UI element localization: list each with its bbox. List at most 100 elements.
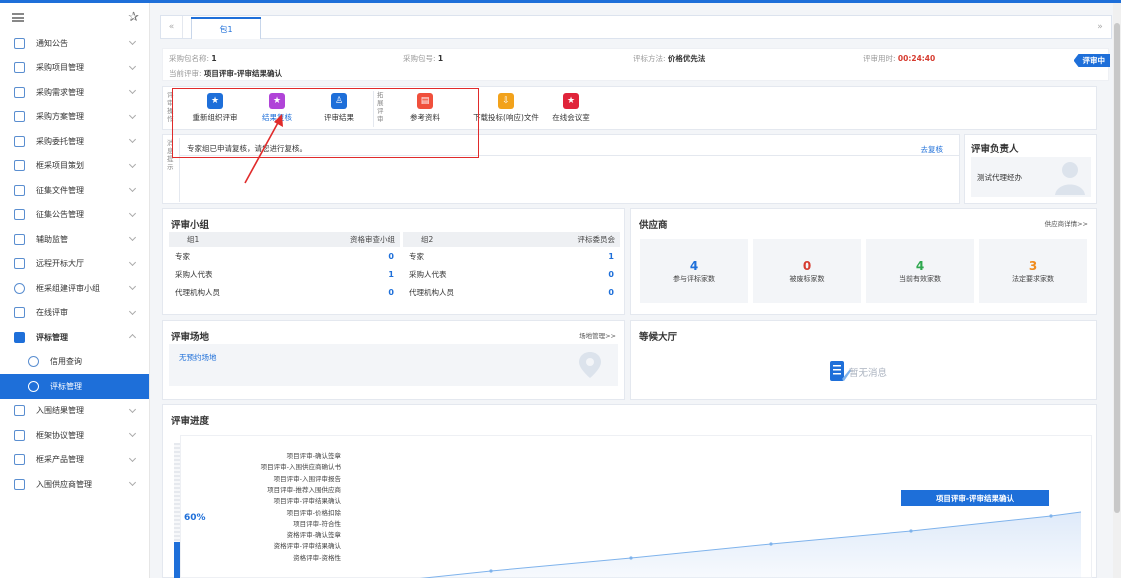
group-header: 组2 评标委员会 (403, 232, 620, 247)
sidebar-item-label: 评标管理 (36, 332, 68, 342)
sidebar-item-label: 入围供应商管理 (36, 479, 92, 489)
agreement-icon (14, 429, 25, 441)
plan-icon (14, 111, 25, 123)
sidebar-item-demand[interactable]: 采购需求管理 (0, 80, 149, 105)
group-2-table: 组2 评标委员会 专家 1 采购人代表 0 代理机构人员 0 (403, 232, 620, 301)
sidebar-item-label: 采购方案管理 (36, 112, 84, 122)
sidebar-item-bid-manage[interactable]: 评标管理 (0, 325, 149, 350)
lobby-empty-text: 暂无消息 (849, 368, 888, 379)
progress-step-label: 项目评审-符合性 (293, 519, 341, 528)
go-recheck-link[interactable]: 去复核 (921, 144, 944, 155)
venue-manage-link[interactable]: 场地管理>> (579, 330, 616, 340)
stat-valid: 4 当前有效家数 (866, 239, 974, 303)
avatar-icon (1055, 162, 1085, 195)
status-badge: 评审中 (1073, 54, 1110, 67)
method-label: 评标方法: (633, 54, 666, 63)
role: 代理机构人员 (175, 287, 220, 297)
table-row: 采购人代表 0 (403, 265, 620, 283)
progress-bar-fill (174, 542, 180, 578)
sidebar-item-plan[interactable]: 采购方案管理 (0, 105, 149, 130)
sidebar-item-notice[interactable]: 通知公告 (0, 31, 149, 56)
owner-name: 测试代理经办 (977, 173, 1022, 182)
table-row: 采购人代表 1 (169, 265, 400, 283)
sidebar-item-label: 框采产品管理 (36, 455, 84, 465)
sidebar-item-products[interactable]: 框采产品管理 (0, 448, 149, 473)
package-no: 采购包号: 1 (403, 53, 443, 64)
chevron-down-icon (128, 478, 137, 487)
notice-icon (14, 37, 25, 49)
table-row: 专家 1 (403, 247, 620, 265)
progress-step-label: 项目评审-评审结果确认 (273, 497, 341, 506)
sidebar-item-result[interactable]: 入围结果管理 (0, 399, 149, 424)
stat-required: 3 法定要求家数 (979, 239, 1087, 303)
role: 采购人代表 (175, 269, 213, 279)
time-value: 00:24:40 (897, 54, 936, 63)
sidebar-item-credit[interactable]: 信用查询 (0, 350, 149, 375)
sidebar-item-label: 采购需求管理 (36, 87, 84, 97)
package-no-label: 采购包号: (403, 54, 436, 63)
sidebar-item-supervise[interactable]: 辅助监管 (0, 227, 149, 252)
download-icon: ⇩ (498, 93, 514, 109)
stat-value: 0 (802, 258, 812, 273)
current-review-value: 项目评审-评审结果确认 (203, 69, 283, 78)
count: 0 (608, 269, 614, 279)
annotation-arrow-icon (244, 114, 283, 184)
progress-point (769, 542, 773, 546)
scrollbar-thumb[interactable] (1114, 23, 1120, 513)
chevron-down-icon (128, 135, 137, 144)
sidebar-item-suppliers[interactable]: 入围供应商管理 (0, 472, 149, 497)
role: 专家 (175, 251, 190, 261)
sidebar-item-remote-hall[interactable]: 远程开标大厅 (0, 252, 149, 277)
sidebar-item-project[interactable]: 采购项目管理 (0, 56, 149, 81)
table-row: 代理机构人员 0 (403, 283, 620, 301)
table-row: 代理机构人员 0 (169, 283, 400, 301)
stat-value: 4 (915, 258, 925, 273)
sidebar-item-docs[interactable]: 征集文件管理 (0, 178, 149, 203)
count: 0 (388, 287, 394, 297)
progress-step-label: 项目评审-价格扣除 (286, 508, 341, 517)
panel-title: 等候大厅 (639, 332, 678, 343)
page-scrollbar[interactable] (1113, 3, 1121, 578)
chevron-down-icon (128, 454, 137, 462)
sidebar-item-bid-manage-sub[interactable]: 评标管理 (0, 374, 149, 399)
supplier-icon (14, 478, 25, 490)
tab-scroll-left-icon[interactable]: « (161, 16, 183, 38)
group-header: 组1 资格审查小组 (169, 232, 400, 247)
sidebar-item-framework-plan[interactable]: 框采项目策划 (0, 154, 149, 179)
chevron-up-icon (128, 333, 137, 342)
online-meeting-button[interactable]: ★ 在线会议室 (541, 93, 601, 129)
supplier-detail-link[interactable]: 供应商详情>> (1045, 218, 1088, 228)
review-icon (14, 307, 25, 319)
chevron-down-icon (128, 429, 137, 438)
chevron-down-icon (128, 86, 137, 95)
tab-package-1[interactable]: 包1 (191, 17, 261, 39)
owner-panel: 评审负责人 测试代理经办 (964, 134, 1097, 204)
folder-icon (14, 160, 25, 172)
count: 0 (388, 251, 394, 261)
stat-value: 4 (689, 258, 699, 273)
download-bid-button[interactable]: ⇩ 下载投标(响应)文件 (468, 93, 544, 129)
group-type: 资格审查小组 (350, 235, 395, 244)
sidebar-item-label: 采购项目管理 (36, 63, 84, 73)
progress-step-label: 项目评审-入围供应商确认书 (260, 463, 341, 472)
tab-scroll-right-icon[interactable]: » (1089, 16, 1111, 38)
venue-empty-box: 无预约场地 (169, 344, 618, 386)
sidebar-item-entrust[interactable]: 采购委托管理 (0, 129, 149, 154)
star-icon: ★ (563, 93, 579, 109)
current-review: 当前评审: 项目评审-评审结果确认 (169, 68, 282, 79)
sidebar-header: ✰ (0, 3, 149, 31)
role: 代理机构人员 (409, 287, 454, 297)
progress-step-label: 资格评审-评审结果确认 (273, 542, 341, 551)
sidebar-item-online-review[interactable]: 在线评审 (0, 301, 149, 326)
button-label: 在线会议室 (552, 113, 590, 122)
sidebar-item-agreement[interactable]: 框架协议管理 (0, 423, 149, 448)
tab-bar: « 包1 » (160, 15, 1112, 39)
progress-step-label: 项目评审-入围评审报告 (273, 474, 341, 483)
group-1-table: 组1 资格审查小组 专家 0 采购人代表 1 代理机构人员 0 (169, 232, 400, 301)
sidebar-item-announce[interactable]: 征集公告管理 (0, 203, 149, 228)
menu-toggle-icon[interactable] (12, 12, 24, 22)
project-icon (14, 62, 25, 74)
sidebar-item-review-group[interactable]: 框采组建评审小组 (0, 276, 149, 301)
package-name: 采购包名称: 1 (169, 53, 217, 64)
pin-icon[interactable]: ✰ (128, 10, 139, 25)
